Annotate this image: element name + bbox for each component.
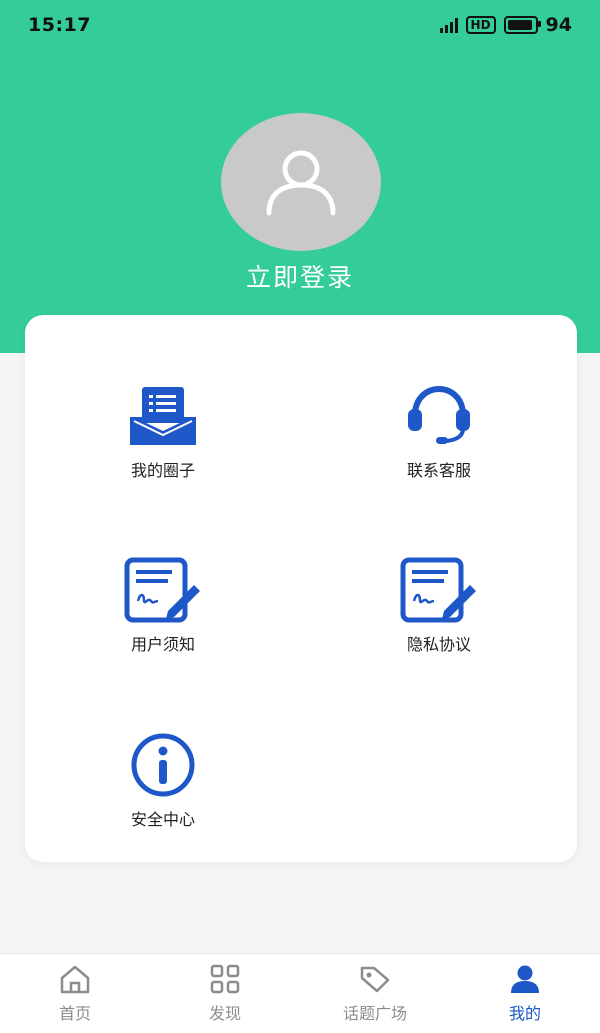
battery-icon	[503, 16, 541, 34]
hd-icon: HD	[465, 16, 496, 34]
person-icon	[511, 965, 539, 993]
status-bar: 15:17 HD 94	[0, 0, 600, 50]
nav-item-topic-square[interactable]: 话题广场	[300, 962, 450, 1024]
menu-item-label: 联系客服	[406, 461, 471, 480]
signal-icon	[439, 17, 458, 33]
menu-item-privacy-policy[interactable]: 隐私协议	[369, 555, 509, 655]
nav-item-discover[interactable]: 发现	[150, 962, 300, 1024]
document-sign-icon	[124, 557, 200, 623]
bottom-nav: 首页 发现 话题广场 我的	[0, 953, 600, 1033]
avatar[interactable]	[221, 113, 381, 251]
app-screen: 15:17 HD 94 立即登录 我的圈子 联系客服 用户须知 隐私协议 安全中…	[0, 0, 600, 1033]
nav-item-home[interactable]: 首页	[0, 962, 150, 1024]
nav-item-mine[interactable]: 我的	[450, 962, 600, 1024]
menu-item-label: 用户须知	[130, 635, 195, 654]
menu-card: 我的圈子 联系客服 用户须知 隐私协议 安全中心	[25, 315, 577, 862]
grid-icon	[210, 964, 240, 994]
document-sign-icon	[400, 557, 476, 623]
status-time: 15:17	[28, 14, 91, 36]
menu-item-label: 我的圈子	[130, 461, 195, 480]
menu-item-label: 隐私协议	[406, 635, 471, 654]
menu-item-customer-service[interactable]: 联系客服	[369, 381, 509, 481]
user-icon	[266, 150, 336, 216]
tag-icon	[360, 966, 390, 993]
login-link[interactable]: 立即登录	[0, 258, 600, 294]
menu-item-security-center[interactable]: 安全中心	[93, 730, 233, 830]
menu-item-label: 安全中心	[130, 810, 195, 829]
nav-label: 首页	[58, 1004, 91, 1023]
headset-icon	[408, 385, 470, 444]
nav-label: 话题广场	[342, 1004, 407, 1023]
home-icon	[60, 965, 90, 994]
inbox-tray-icon	[130, 387, 196, 445]
battery-level: 94	[545, 14, 572, 36]
info-circle-icon	[131, 733, 195, 797]
menu-item-user-notice[interactable]: 用户须知	[93, 555, 233, 655]
nav-label: 发现	[208, 1004, 241, 1023]
profile-header: 15:17 HD 94 立即登录	[0, 0, 600, 353]
nav-label: 我的	[508, 1004, 541, 1023]
menu-item-my-circle[interactable]: 我的圈子	[93, 381, 233, 481]
status-indicators: HD 94	[439, 14, 572, 36]
